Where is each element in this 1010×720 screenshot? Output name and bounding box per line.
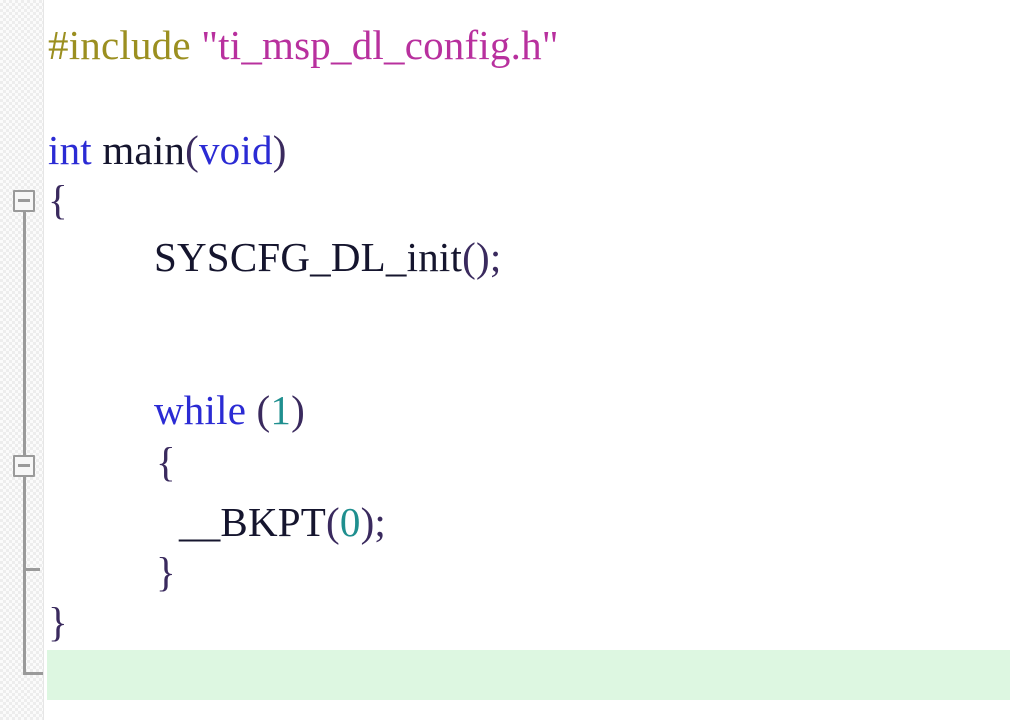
token-brace: { [48,177,68,223]
current-line-highlight [47,650,1010,700]
code-line[interactable]: int main(void) [48,125,287,175]
token-punct: ( [185,127,199,173]
code-line-blank[interactable] [48,70,58,120]
fold-end-tick-while [23,568,40,571]
token-ident: SYSCFG_DL_init [154,234,463,280]
token-brace: } [156,549,176,595]
token-number: 0 [339,499,361,545]
token-punct: ( [326,499,340,545]
token-keyword: while [154,387,247,433]
code-line[interactable]: { [48,175,68,225]
code-text-area[interactable]: #include "ti_msp_dl_config.h" int main(v… [44,0,1010,720]
token-punct: ); [360,499,387,545]
code-line-blank[interactable] [48,650,58,700]
code-line[interactable]: while (1) [154,385,305,435]
token-punct: ( [256,387,271,433]
token-string: "ti_msp_dl_config.h" [201,22,559,68]
code-line[interactable]: __BKPT(0); [179,497,386,547]
code-line-blank[interactable] [154,335,164,385]
token-ident: __BKPT [179,499,327,545]
token-punct: (); [462,234,502,280]
code-folding-gutter[interactable] [0,0,44,720]
token-keyword: int [48,127,92,173]
fold-rail-main [23,211,26,675]
code-line-blank[interactable] [154,285,164,335]
token-keyword: void [198,127,273,173]
fold-marker-while[interactable] [13,455,35,477]
code-line[interactable]: SYSCFG_DL_init(); [154,232,501,282]
token-ident: main [102,127,186,173]
code-editor-view: #include "ti_msp_dl_config.h" int main(v… [0,0,1010,720]
minus-icon [18,199,30,202]
code-line[interactable]: #include "ti_msp_dl_config.h" [48,20,559,70]
code-line[interactable]: { [156,437,176,487]
minus-icon [18,464,30,467]
token-number: 1 [270,387,292,433]
token-preproc: #include [48,22,191,68]
token-punct: ) [272,127,287,173]
fold-end-tick-main [23,672,44,675]
token-brace: { [156,439,176,485]
fold-marker-main[interactable] [13,190,35,212]
token-punct: ) [291,387,305,433]
token-brace: } [48,599,68,645]
code-line[interactable]: } [48,597,68,647]
code-line[interactable]: } [156,547,176,597]
